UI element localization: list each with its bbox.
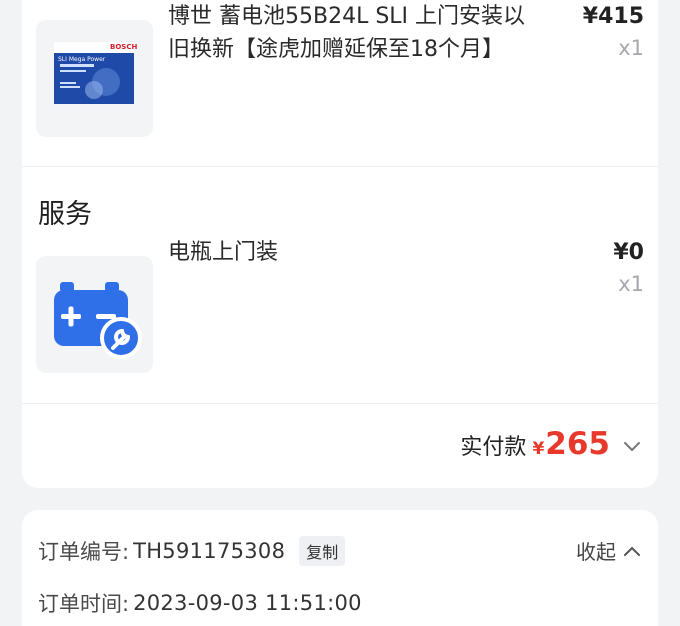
product-title[interactable]: 博世 蓄电池55B24L SLI 上门安装以旧换新【途虎加赠延保至18个月】 [168,0,538,66]
paid-label: 实付款 [460,435,527,460]
thumb-subtitle: SLI Mega Power [58,56,106,63]
order-time-row: 订单时间: 2023-09-03 11:51:00 [38,588,362,618]
order-number-label: 订单编号: [38,540,130,564]
order-goods-card: BOSCH SLI Mega Power 博世 蓄电池55B24L SLI 上门… [22,0,658,488]
service-quantity: x1 [618,272,644,296]
collapse-button[interactable]: 收起 [576,536,642,565]
order-number: TH591175308 [133,539,286,563]
thumb-brand-label: BOSCH [110,43,138,51]
product-price: ¥415 [582,4,644,29]
collapse-label: 收起 [576,540,616,564]
service-price: ¥0 [613,240,644,265]
order-time: 2023-09-03 11:51:00 [133,591,362,615]
bosch-battery-image [54,42,134,114]
product-quantity: x1 [618,36,644,60]
paid-currency: ¥ [532,439,545,459]
divider [22,166,658,167]
service-thumbnail[interactable] [36,256,153,373]
battery-wrench-icon [54,282,142,359]
divider [22,403,658,404]
product-row[interactable]: BOSCH SLI Mega Power 博世 蓄电池55B24L SLI 上门… [22,0,658,148]
service-section-title: 服务 [38,199,92,230]
chevron-up-icon [624,546,640,556]
order-info-card: 订单编号: TH591175308 复制 收起 订单时间: 2023-09-03… [22,510,658,626]
order-time-label: 订单时间: [38,592,130,616]
paid-amount-row[interactable]: 实付款 ¥ 265 [460,426,642,462]
paid-amount: 265 [545,426,610,462]
chevron-down-icon[interactable] [622,440,642,454]
product-thumbnail[interactable]: BOSCH SLI Mega Power [36,20,153,137]
order-number-row: 订单编号: TH591175308 复制 [38,536,346,566]
copy-button[interactable]: 复制 [299,536,346,566]
service-title[interactable]: 电瓶上门装 [168,236,538,269]
service-row[interactable]: 电瓶上门装 ¥0 x1 [22,240,658,376]
